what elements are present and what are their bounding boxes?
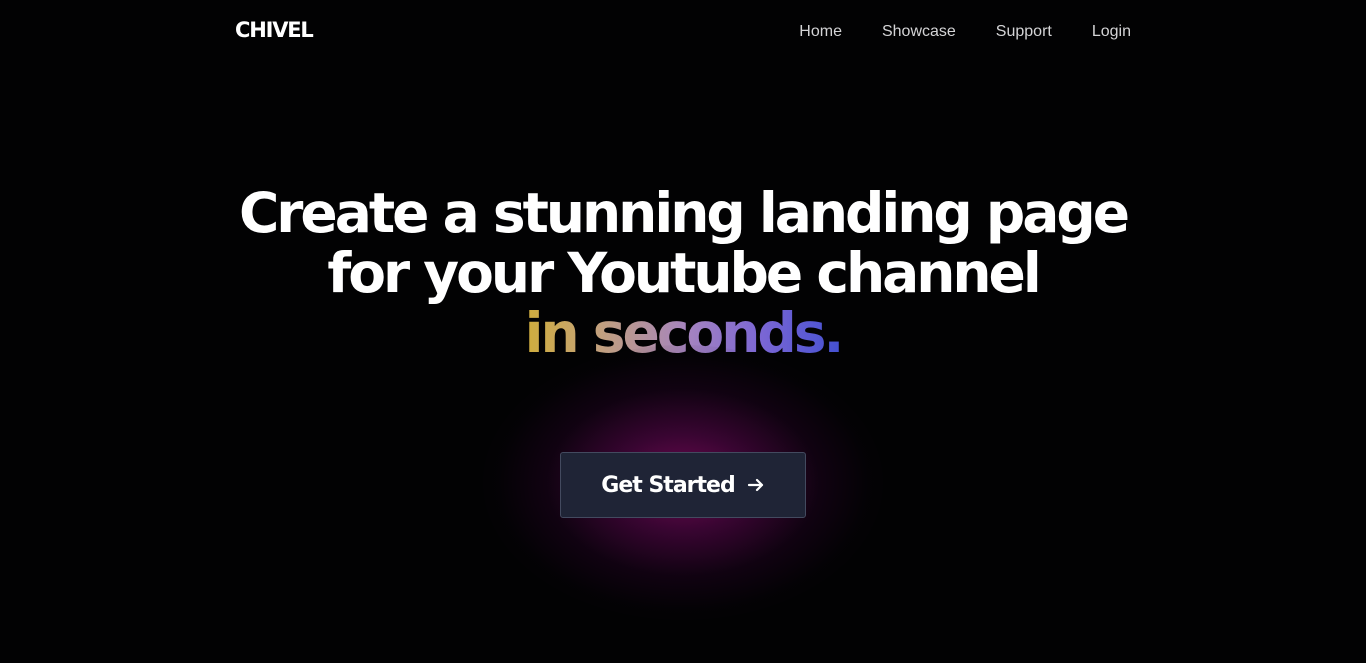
- top-navbar: CHIVEL Home Showcase Support Login: [0, 0, 1366, 64]
- nav-link-support[interactable]: Support: [996, 21, 1052, 43]
- nav-link-login[interactable]: Login: [1092, 21, 1131, 43]
- main-nav: Home Showcase Support Login: [799, 21, 1131, 43]
- get-started-label: Get Started: [601, 472, 735, 498]
- headline-gradient-line: in seconds.: [524, 301, 845, 365]
- site-logo[interactable]: CHIVEL: [235, 17, 314, 43]
- get-started-button[interactable]: Get Started: [560, 452, 806, 518]
- arrow-right-icon: [747, 476, 765, 494]
- headline-line-1: Create a stunning landing page: [238, 181, 1130, 245]
- headline-line-2: for your Youtube channel: [327, 241, 1041, 305]
- nav-link-home[interactable]: Home: [799, 21, 842, 43]
- hero-section: Create a stunning landing page for your …: [0, 183, 1366, 363]
- hero-headline: Create a stunning landing page for your …: [0, 183, 1366, 363]
- nav-link-showcase[interactable]: Showcase: [882, 21, 956, 43]
